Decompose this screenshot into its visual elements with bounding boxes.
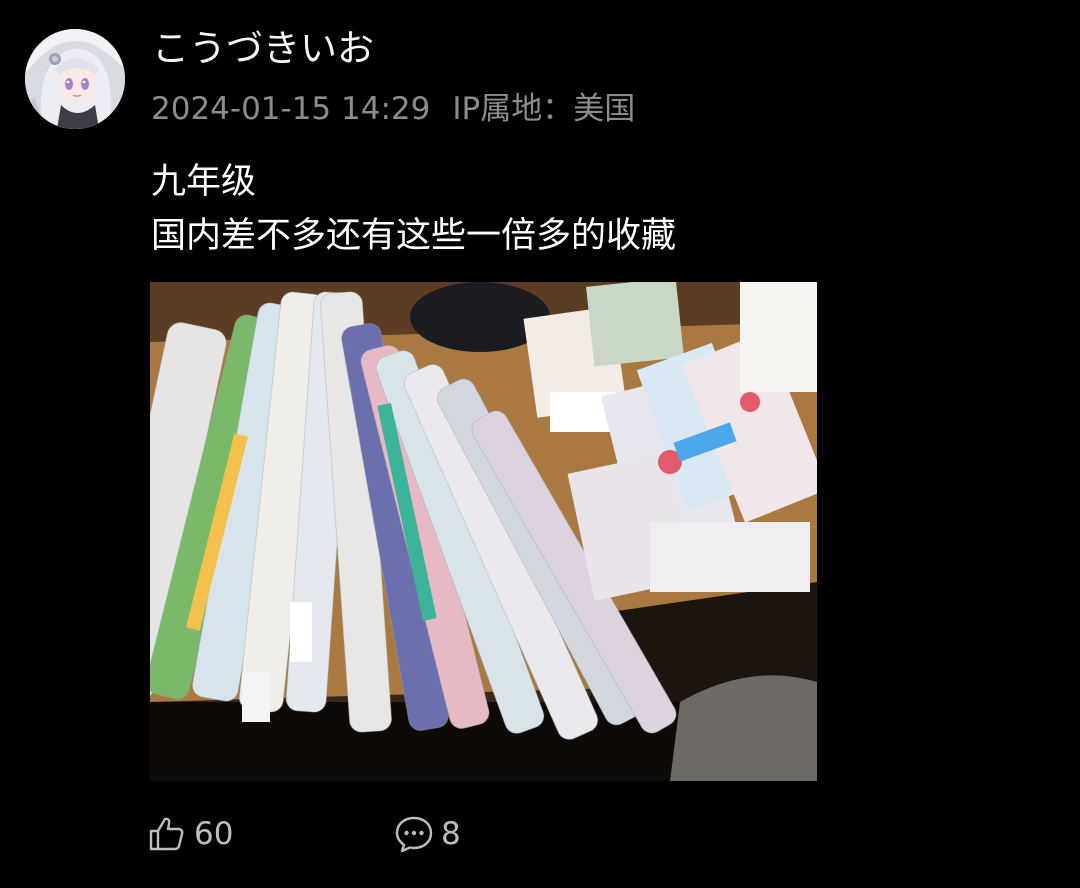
post-photo[interactable] <box>150 282 817 781</box>
ip-location: IP属地：美国 <box>452 91 636 127</box>
post-meta: 2024-01-15 14:29 IP属地：美国 <box>151 88 635 130</box>
post-timestamp: 2024-01-15 14:29 <box>151 91 431 127</box>
author-avatar[interactable] <box>25 29 125 129</box>
author-name[interactable]: こうづきいお <box>152 26 374 72</box>
comment-button[interactable]: 8 <box>395 812 461 856</box>
thumbs-up-icon <box>148 815 186 853</box>
photo-of-rolled-posters-and-boxed-figures <box>150 282 817 781</box>
post-body: 九年级 国内差不多还有这些一倍多的收藏 <box>151 155 676 263</box>
like-count: 60 <box>194 816 234 852</box>
comment-bubble-icon <box>395 815 433 853</box>
anime-girl-avatar-icon <box>25 29 125 129</box>
post-text-line: 国内差不多还有这些一倍多的收藏 <box>151 216 677 256</box>
comment-count: 8 <box>441 816 461 852</box>
post-text-line: 九年级 <box>151 162 257 202</box>
like-button[interactable]: 60 <box>148 812 233 856</box>
